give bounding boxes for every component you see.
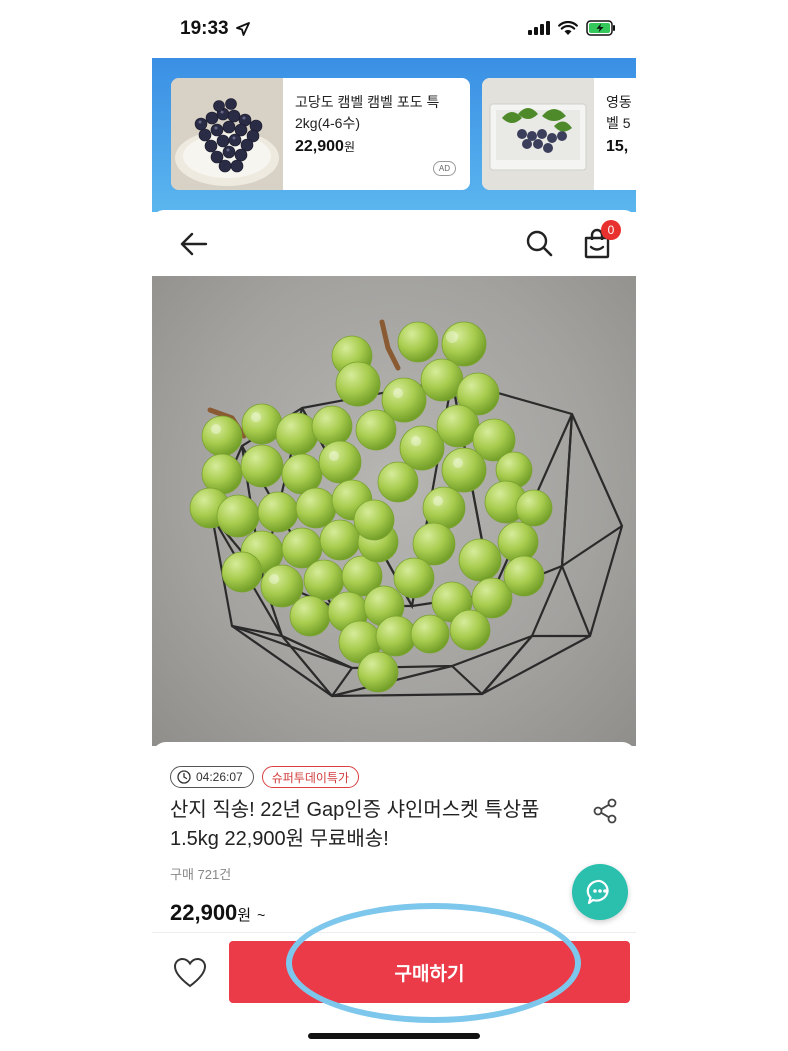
status-bar: 19:33 — [152, 0, 636, 58]
battery-charging-icon — [586, 20, 615, 36]
ad-title-2: 영동 벨 5 — [606, 94, 632, 131]
ad-info: 고당도 캠벨 캠벨 포도 특 2kg(4-6수) 22,900원 AD — [283, 78, 470, 190]
product-tags: 04:26:07 슈퍼투데이특가 — [170, 766, 359, 788]
ad-product-image-2 — [482, 78, 594, 190]
ad-price-2: 15, — [606, 138, 629, 155]
ad-card[interactable]: 고당도 캠벨 캠벨 포도 특 2kg(4-6수) 22,900원 AD — [171, 78, 470, 190]
ad-title: 고당도 캠벨 캠벨 포도 특 2kg(4-6수) — [295, 94, 440, 131]
wifi-icon — [558, 20, 578, 35]
product-price: 22,900원 ~ — [170, 900, 266, 925]
buy-button[interactable]: 구매하기 — [229, 941, 630, 1003]
purchase-count: 구매 721건 — [170, 867, 232, 882]
back-arrow-icon[interactable] — [178, 228, 210, 260]
special-deal-tag: 슈퍼투데이특가 — [261, 766, 359, 788]
chat-bubble-icon — [586, 879, 609, 905]
ad-badge: AD — [432, 161, 456, 176]
product-info-panel: 04:26:07 슈퍼투데이특가 산지 직송! 22년 Gap인증 샤인머스켓 … — [152, 742, 636, 942]
location-arrow-icon — [236, 22, 250, 36]
clock-icon — [177, 770, 191, 784]
share-icon[interactable] — [592, 798, 618, 824]
heart-icon[interactable] — [172, 955, 208, 991]
product-header: 0 — [152, 210, 636, 276]
search-icon[interactable] — [524, 228, 554, 258]
ad-price: 22,900원 — [295, 138, 355, 155]
status-icons — [528, 20, 616, 36]
timer-text: 04:26:07 — [196, 770, 243, 784]
ad-info-2: 영동 벨 5 15, — [594, 78, 636, 190]
product-title: 산지 직송! 22년 Gap인증 샤인머스켓 특상품 1.5kg 22,900원… — [170, 799, 540, 850]
chat-button[interactable] — [572, 864, 628, 920]
home-indicator — [308, 1033, 480, 1039]
ad-banner: 고당도 캠벨 캠벨 포도 특 2kg(4-6수) 22,900원 AD 영동 벨… — [152, 58, 636, 212]
timer-tag: 04:26:07 — [170, 766, 254, 788]
ad-product-image — [171, 78, 283, 190]
cellular-signal-icon — [528, 21, 550, 35]
cart-count-badge: 0 — [601, 220, 621, 240]
ad-card-2[interactable]: 영동 벨 5 15, — [482, 78, 636, 190]
product-image[interactable] — [152, 276, 636, 746]
status-time: 19:33 — [180, 18, 229, 39]
